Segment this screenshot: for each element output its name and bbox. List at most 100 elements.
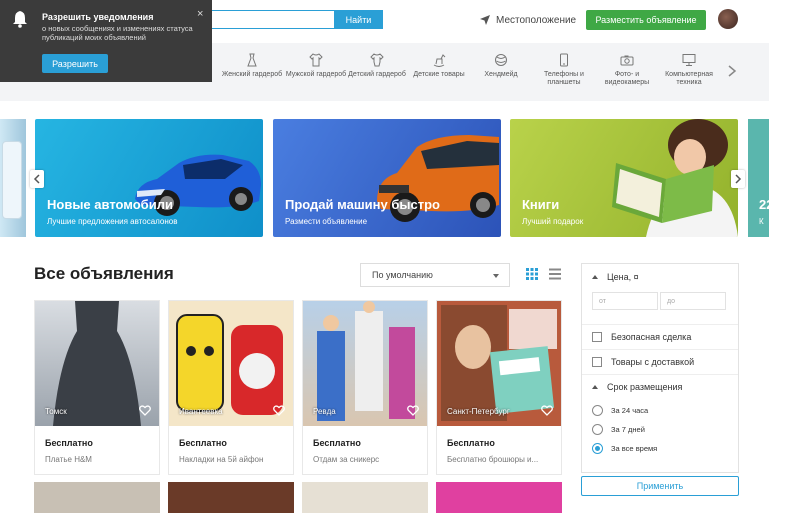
- radio-button-selected[interactable]: [592, 443, 603, 454]
- price-filter-header[interactable]: Цена, ¤: [592, 272, 639, 282]
- safe-deal-checkbox[interactable]: Безопасная сделка: [582, 324, 738, 348]
- sort-select[interactable]: По умолчанию: [360, 263, 510, 287]
- category-womens[interactable]: Женский гардероб: [218, 43, 286, 101]
- banner-subtitle: К: [759, 217, 764, 226]
- period-option-24h[interactable]: За 24 часа: [592, 405, 648, 416]
- category-kids-clothes[interactable]: Детский гардероб: [343, 43, 411, 101]
- notification-text: о новых сообщениях и изменениях статуса …: [42, 24, 193, 42]
- monitor-icon: [682, 54, 696, 66]
- category-label: Телефоны и планшеты: [544, 71, 584, 86]
- chevron-down-icon: [493, 274, 499, 278]
- banner-subtitle: Лучший подарок: [522, 217, 584, 226]
- filter-panel: Цена, ¤ от до Безопасная сделка Товары с…: [581, 263, 739, 473]
- tshirt-icon: [309, 53, 323, 67]
- banner-next-partial[interactable]: 22 К: [748, 119, 773, 237]
- location-label: Местоположение: [496, 14, 577, 26]
- category-phones[interactable]: Телефоны и планшеты: [530, 43, 598, 101]
- collapse-icon: [592, 275, 598, 279]
- listing-city: Санкт-Петербург: [447, 407, 510, 416]
- listing-title: Накладки на 5й айфон: [179, 455, 264, 464]
- suv-image: [377, 135, 499, 222]
- listing-city: Ревда: [313, 407, 336, 416]
- safe-deal-label: Безопасная сделка: [611, 331, 692, 342]
- chevron-right-icon: [735, 174, 742, 184]
- post-ad-button[interactable]: Разместить объявление: [586, 10, 706, 30]
- camera-icon: [620, 55, 634, 66]
- period-filter-label: Срок размещения: [607, 381, 683, 392]
- heart-icon[interactable]: [541, 405, 553, 416]
- listing-city: Ивантеевка: [179, 407, 223, 416]
- listing-card[interactable]: Ивантеевка Бесплатно Накладки на 5й айфо…: [168, 300, 294, 475]
- banner-title: Продай машину быстро: [285, 197, 440, 212]
- category-label: Хендмейд: [484, 71, 518, 78]
- period-option-7d[interactable]: За 7 дней: [592, 424, 645, 435]
- category-computers[interactable]: Компьютерная техника: [655, 43, 723, 101]
- category-label: Фото- и видеокамеры: [604, 71, 650, 86]
- search-button[interactable]: Найти: [334, 10, 383, 29]
- heart-icon[interactable]: [139, 405, 151, 416]
- listing-city: Томск: [45, 407, 67, 416]
- heart-icon[interactable]: [273, 405, 285, 416]
- category-mens[interactable]: Мужской гардероб: [282, 43, 350, 101]
- category-label: Компьютерная техника: [665, 71, 713, 86]
- grid-view-icon[interactable]: [526, 268, 538, 280]
- category-label: Детский гардероб: [348, 71, 406, 78]
- woman-reading-image: [612, 119, 738, 237]
- allow-notifications-button[interactable]: Разрешить: [42, 54, 108, 73]
- listing-card-partial[interactable]: [436, 482, 562, 513]
- listing-card[interactable]: Санкт-Петербург Бесплатно Бесплатно брош…: [436, 300, 562, 475]
- close-icon[interactable]: ×: [197, 8, 203, 20]
- price-from-input[interactable]: от: [592, 292, 658, 310]
- period-filter-header[interactable]: Срок размещения: [582, 374, 738, 398]
- category-label: Женский гардероб: [221, 71, 283, 78]
- listing-card[interactable]: Ревда Бесплатно Отдам за сникерс: [302, 300, 428, 475]
- checkbox[interactable]: [592, 356, 602, 367]
- radio-button[interactable]: [592, 424, 603, 435]
- category-label: Мужской гардероб: [285, 71, 347, 78]
- listing-card-partial[interactable]: [302, 482, 428, 513]
- delivery-checkbox[interactable]: Товары с доставкой: [582, 349, 738, 373]
- delivery-label: Товары с доставкой: [611, 356, 695, 367]
- period-option-all[interactable]: За все время: [592, 443, 657, 454]
- listing-price: Бесплатно: [45, 438, 93, 448]
- banner-title: 22: [759, 197, 774, 212]
- sort-value: По умолчанию: [372, 270, 433, 280]
- heart-icon[interactable]: [407, 405, 419, 416]
- banner-next-button[interactable]: [731, 170, 745, 188]
- listing-title: Бесплатно брошюры и...: [447, 455, 539, 464]
- banner-new-cars[interactable]: Новые автомобили Лучшие предложения авто…: [35, 119, 263, 237]
- listing-price: Бесплатно: [313, 438, 361, 448]
- search-input[interactable]: [200, 10, 334, 29]
- price-to-input[interactable]: до: [660, 292, 726, 310]
- location-arrow-icon: [480, 15, 490, 25]
- notification-title: Разрешить уведомления: [42, 12, 154, 22]
- baby-clothes-icon: [370, 53, 384, 67]
- banner-prev-button[interactable]: [30, 170, 44, 188]
- category-kids-goods[interactable]: Детские товары: [405, 43, 473, 101]
- banner-title: Новые автомобили: [47, 197, 173, 212]
- bell-icon: [13, 11, 27, 28]
- listing-price: Бесплатно: [447, 438, 495, 448]
- period-option-label: За 24 часа: [611, 406, 649, 415]
- notification-popup: Разрешить уведомления о новых сообщениях…: [0, 0, 212, 82]
- apply-button[interactable]: Применить: [581, 476, 739, 496]
- banner-prev-partial[interactable]: [0, 119, 26, 237]
- listing-card[interactable]: Томск Бесплатно Платье H&M: [34, 300, 160, 475]
- category-handmade[interactable]: Хендмейд: [467, 43, 535, 101]
- listing-price: Бесплатно: [179, 438, 227, 448]
- banner-books[interactable]: Книги Лучший подарок: [510, 119, 738, 237]
- listing-card-partial[interactable]: [168, 482, 294, 513]
- listing-card-partial[interactable]: [34, 482, 160, 513]
- phone-icon: [560, 53, 568, 67]
- banner-sell-car[interactable]: Продай машину быстро Размести объявление: [273, 119, 501, 237]
- location-selector[interactable]: Местоположение: [480, 12, 576, 28]
- radio-button[interactable]: [592, 405, 603, 416]
- list-view-icon[interactable]: [549, 268, 561, 280]
- chevron-right-icon[interactable]: [726, 64, 738, 78]
- category-label: Детские товары: [413, 71, 465, 78]
- checkbox[interactable]: [592, 331, 602, 342]
- dress-icon: [247, 53, 257, 67]
- price-filter-label: Цена, ¤: [607, 272, 639, 282]
- category-cameras[interactable]: Фото- и видеокамеры: [593, 43, 661, 101]
- avatar[interactable]: [718, 9, 738, 29]
